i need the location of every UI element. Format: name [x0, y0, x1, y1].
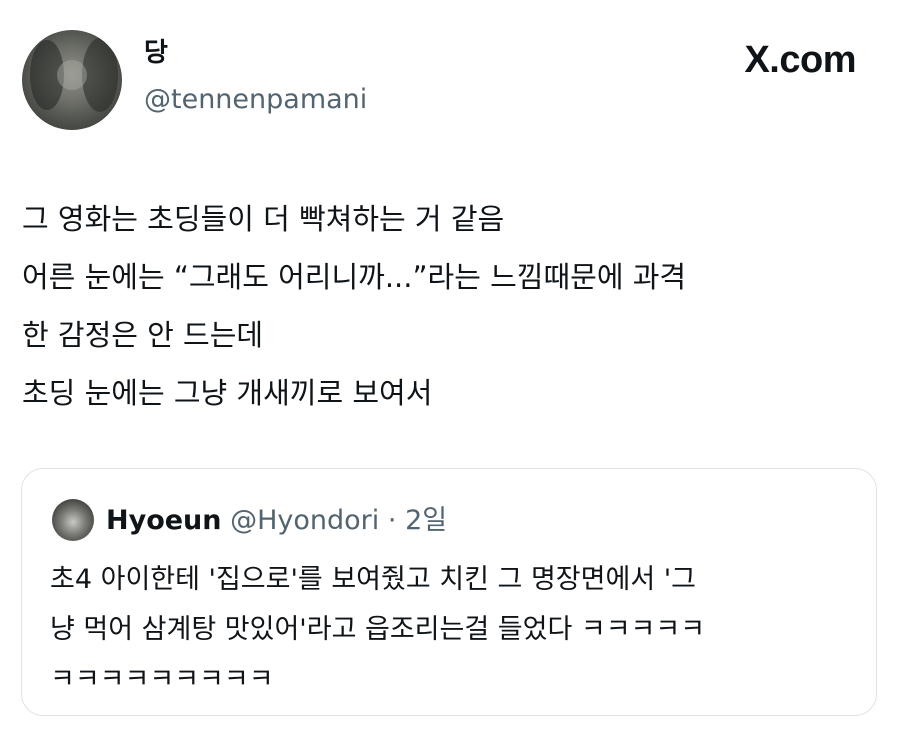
- quoted-text-line: 초4 아이한테 '집으로'를 보여줬고 치킨 그 명장면에서 '그: [50, 564, 697, 595]
- quoted-user-avatar: [52, 499, 94, 541]
- x-logo: X.com: [744, 39, 856, 81]
- avatar-shade-right: [82, 38, 118, 112]
- tweet-text-line: 한 감정은 안 드는데: [22, 318, 264, 352]
- tweet-text-line: 그 영화는 초딩들이 더 빡쳐하는 거 같음: [22, 202, 505, 236]
- quoted-tweet-card[interactable]: Hyoeun @Hyondori · 2일 초4 아이한테 '집으로'를 보여줬…: [21, 468, 877, 716]
- quoted-tweet-text: 초4 아이한테 '집으로'를 보여줬고 치킨 그 명장면에서 '그 냥 먹어 삼…: [50, 555, 860, 705]
- user-avatar[interactable]: [22, 30, 122, 130]
- tweet-text: 그 영화는 초딩들이 더 빡쳐하는 거 같음 어른 눈에는 “그래도 어리니까.…: [22, 190, 882, 422]
- quoted-handle: @Hyondori: [230, 505, 380, 536]
- quoted-tweet-header: Hyoeun @Hyondori · 2일: [106, 501, 447, 541]
- quoted-separator: ·: [387, 505, 397, 536]
- quoted-display-name: Hyoeun: [106, 505, 222, 536]
- quoted-timestamp: 2일: [405, 505, 448, 536]
- tweet-text-line: 초딩 눈에는 그냥 개새끼로 보여서: [22, 376, 433, 410]
- avatar-highlight: [57, 60, 87, 90]
- user-handle[interactable]: @tennenpamani: [144, 82, 367, 118]
- quoted-text-line: ㅋㅋㅋㅋㅋㅋㅋㅋㅋ: [50, 664, 274, 695]
- quoted-text-line: 냥 먹어 삼계탕 맛있어'라고 읍조리는걸 들었다 ㅋㅋㅋㅋㅋ: [50, 614, 706, 645]
- display-name[interactable]: 당: [144, 36, 168, 70]
- tweet-text-line: 어른 눈에는 “그래도 어리니까...”라는 느낌때문에 과격: [22, 260, 687, 294]
